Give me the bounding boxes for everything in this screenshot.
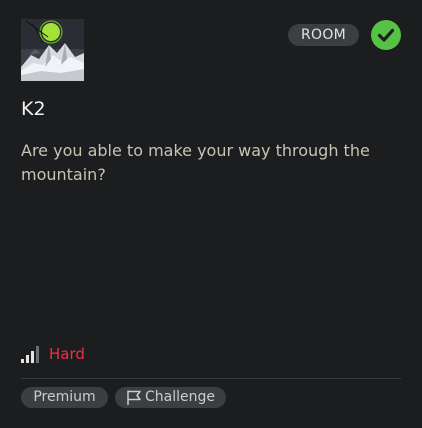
difficulty-label: Hard: [49, 345, 85, 363]
room-card[interactable]: ROOM K2 Are you able to make your way th…: [0, 0, 422, 428]
signal-bars-icon: [21, 345, 39, 363]
room-thumbnail: [21, 19, 84, 81]
tag-challenge[interactable]: Challenge: [115, 387, 226, 408]
flag-icon: [127, 390, 141, 405]
room-type-badge: ROOM: [288, 24, 359, 46]
difficulty-indicator: Hard: [21, 344, 85, 364]
tag-premium[interactable]: Premium: [21, 387, 108, 408]
tag-label: Challenge: [145, 389, 215, 405]
room-title[interactable]: K2: [21, 98, 46, 120]
tag-label: Premium: [33, 389, 96, 405]
check-circle-icon: [371, 20, 401, 50]
room-description: Are you able to make your way through th…: [21, 141, 370, 184]
divider: [21, 378, 401, 379]
